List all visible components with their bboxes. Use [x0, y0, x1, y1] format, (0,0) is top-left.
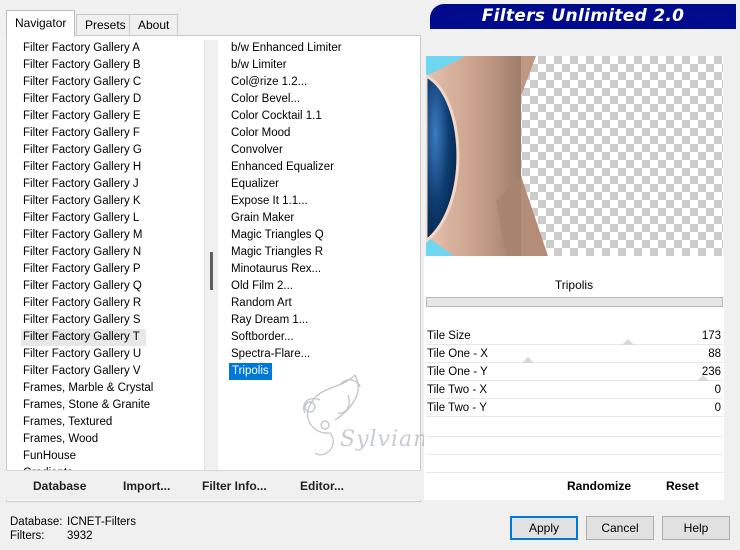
filter-list-item[interactable]: Color Mood: [229, 125, 424, 142]
empty-parameter-rows: [426, 419, 723, 473]
category-list-item[interactable]: Filter Factory Gallery M: [21, 227, 201, 244]
filter-list-item[interactable]: Magic Triangles Q: [229, 227, 424, 244]
empty-param-row: [426, 419, 723, 437]
database-label: Database:: [10, 516, 63, 528]
filter-list-item[interactable]: Magic Triangles R: [229, 244, 424, 261]
param-tile-two-x[interactable]: Tile Two - X 0: [426, 381, 723, 399]
param-tile-one-x[interactable]: Tile One - X 88: [426, 345, 723, 363]
category-list-item[interactable]: Filter Factory Gallery H: [21, 159, 201, 176]
tab-navigator[interactable]: Navigator: [6, 10, 76, 37]
database-button[interactable]: Database: [33, 479, 86, 493]
tab-presets[interactable]: Presets: [76, 14, 135, 36]
filter-list-item[interactable]: Random Art: [229, 295, 424, 312]
filter-list-item[interactable]: b/w Enhanced Limiter: [229, 40, 424, 57]
navigator-panel: Filter Factory Gallery A Filter Factory G…: [6, 35, 421, 502]
database-value: ICNET-Filters: [67, 516, 136, 528]
randomize-button[interactable]: Randomize: [567, 479, 631, 493]
category-list-item[interactable]: FunHouse: [21, 448, 201, 465]
filter-list-item[interactable]: Equalizer: [229, 176, 424, 193]
category-list-item[interactable]: Filter Factory Gallery B: [21, 57, 201, 74]
param-value[interactable]: 88: [708, 345, 721, 363]
category-list-item[interactable]: Filter Factory Gallery L: [21, 210, 201, 227]
filter-list-item[interactable]: Color Bevel...: [229, 91, 424, 108]
parameter-list: Tile Size 173 Tile One - X 88 Tile One -…: [426, 327, 723, 417]
database-info: Database: ICNET-Filters Filters: 3932: [10, 515, 136, 543]
param-value[interactable]: 0: [715, 399, 721, 417]
tab-about[interactable]: About: [129, 14, 179, 36]
category-list-item[interactable]: Filter Factory Gallery R: [21, 295, 201, 312]
filter-list-item[interactable]: Softborder...: [229, 329, 424, 346]
scrollbar-thumb[interactable]: [210, 252, 213, 290]
filter-list-item[interactable]: Grain Maker: [229, 210, 424, 227]
apply-button[interactable]: Apply: [510, 516, 578, 540]
category-list-item[interactable]: Frames, Marble & Crystal: [21, 380, 201, 397]
category-list-item[interactable]: Filter Factory Gallery A: [21, 40, 201, 57]
help-button[interactable]: Help: [662, 516, 730, 540]
empty-param-row: [426, 455, 723, 473]
filter-list-item[interactable]: Old Film 2...: [229, 278, 424, 295]
param-value[interactable]: 173: [702, 327, 721, 345]
progress-bar: [426, 297, 723, 307]
category-list-item[interactable]: Filter Factory Gallery U: [21, 346, 201, 363]
filter-list-item[interactable]: Tripolis: [229, 363, 272, 380]
filters-count-label: Filters:: [10, 530, 45, 542]
filters-count-value: 3932: [67, 530, 93, 542]
category-list-item[interactable]: Filter Factory Gallery N: [21, 244, 201, 261]
filter-list-item[interactable]: Enhanced Equalizer: [229, 159, 424, 176]
import-button[interactable]: Import...: [123, 479, 170, 493]
empty-param-row: [426, 437, 723, 455]
param-label: Tile Two - X: [427, 384, 488, 396]
category-list-item[interactable]: Filter Factory Gallery C: [21, 74, 201, 91]
filter-list-item[interactable]: Convolver: [229, 142, 424, 159]
category-list-item[interactable]: Filter Factory Gallery S: [21, 312, 201, 329]
category-list-item[interactable]: Filter Factory Gallery V: [21, 363, 201, 380]
filter-list-item[interactable]: Ray Dream 1...: [229, 312, 424, 329]
category-list-item[interactable]: Filter Factory Gallery E: [21, 108, 201, 125]
filter-list-item[interactable]: Color Cocktail 1.1: [229, 108, 424, 125]
param-label: Tile Size: [427, 330, 471, 342]
category-list-item[interactable]: Filter Factory Gallery T: [21, 329, 146, 346]
param-tile-two-y[interactable]: Tile Two - Y 0: [426, 399, 723, 417]
app-banner-title: Filters Unlimited 2.0: [430, 4, 736, 29]
filter-preview: [426, 56, 723, 256]
filter-name-label: Tripolis: [554, 278, 594, 292]
category-list-item[interactable]: Filter Factory Gallery D: [21, 91, 201, 108]
category-list-item[interactable]: Filter Factory Gallery Q: [21, 278, 201, 295]
filter-list-item[interactable]: Spectra-Flare...: [229, 346, 424, 363]
category-list-item[interactable]: Frames, Stone & Granite: [21, 397, 201, 414]
reset-button[interactable]: Reset: [666, 479, 699, 493]
param-value[interactable]: 0: [715, 381, 721, 399]
category-list-item[interactable]: Filter Factory Gallery G: [21, 142, 201, 159]
category-list-item[interactable]: Frames, Textured: [21, 414, 201, 431]
param-tile-one-y[interactable]: Tile One - Y 236: [426, 363, 723, 381]
filter-list-item[interactable]: Col@rize 1.2...: [229, 74, 424, 91]
category-list-item[interactable]: Frames, Wood: [21, 431, 201, 448]
filter-list-item[interactable]: Expose It 1.1...: [229, 193, 424, 210]
category-list[interactable]: Filter Factory Gallery A Filter Factory G…: [21, 40, 201, 472]
filter-list-item[interactable]: Minotaurus Rex...: [229, 261, 424, 278]
category-list-item[interactable]: Filter Factory Gallery K: [21, 193, 201, 210]
editor-button[interactable]: Editor...: [300, 479, 344, 493]
filter-list-item[interactable]: b/w Limiter: [229, 57, 424, 74]
filter-info-button[interactable]: Filter Info...: [202, 479, 267, 493]
param-label: Tile Two - Y: [427, 402, 487, 414]
category-list-item[interactable]: Filter Factory Gallery J: [21, 176, 201, 193]
category-list-item[interactable]: Filter Factory Gallery F: [21, 125, 201, 142]
navigator-button-row: Database Import... Filter Info... Editor…: [6, 470, 421, 500]
category-scrollbar[interactable]: [204, 40, 218, 472]
category-list-item[interactable]: Filter Factory Gallery P: [21, 261, 201, 278]
param-tile-size[interactable]: Tile Size 173: [426, 327, 723, 345]
cancel-button[interactable]: Cancel: [586, 516, 654, 540]
filter-list[interactable]: b/w Enhanced Limiter b/w Limiter Col@rize …: [229, 40, 424, 385]
param-label: Tile One - Y: [427, 366, 488, 378]
param-label: Tile One - X: [427, 348, 488, 360]
